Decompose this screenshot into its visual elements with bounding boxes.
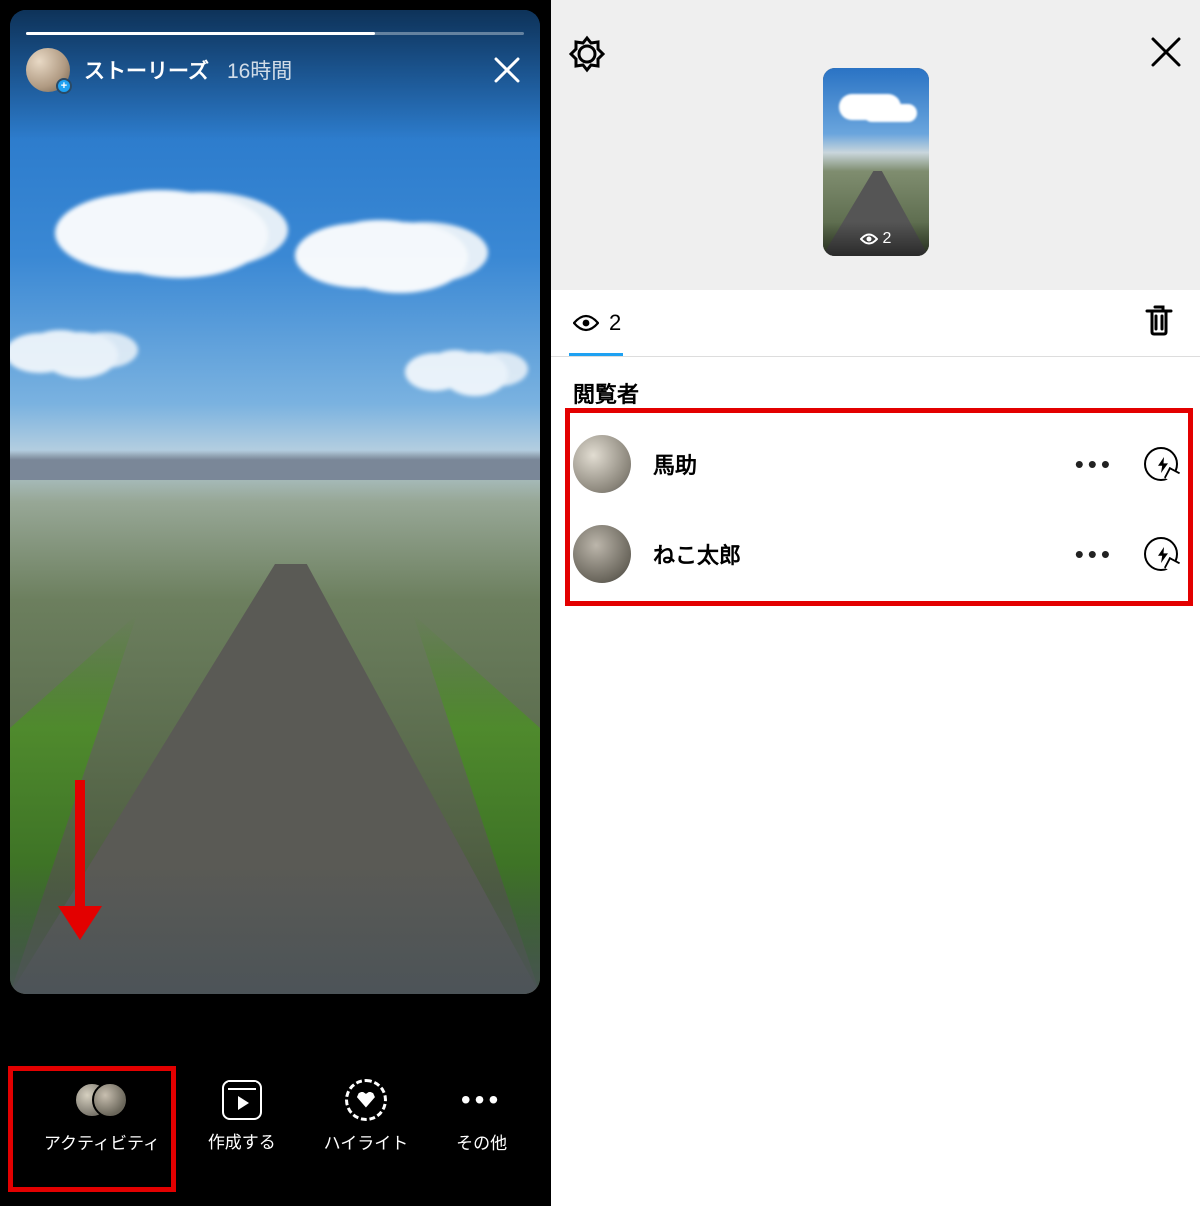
annotation-highlight-viewers [565,408,1193,606]
user-avatar[interactable]: + [26,48,70,92]
story-progress[interactable] [26,32,524,35]
story-title: ストーリーズ [84,55,209,85]
eye-icon [573,313,599,333]
highlight-button[interactable]: ハイライト [324,1079,409,1154]
more-label: その他 [456,1129,507,1154]
gear-icon [567,34,607,74]
story-thumbnail[interactable]: 2 [823,68,929,256]
view-count: 2 [609,310,621,336]
create-label: 作成する [208,1128,276,1153]
more-button[interactable]: ••• その他 [456,1079,507,1154]
annotation-highlight-activity [8,1066,176,1192]
settings-button[interactable] [567,34,607,79]
create-button[interactable]: 作成する [208,1080,276,1153]
add-story-badge-icon[interactable]: + [56,78,72,94]
views-tab[interactable]: 2 [573,310,621,336]
highlight-icon [345,1079,387,1121]
close-button[interactable] [490,53,524,87]
story-screen: + ストーリーズ 16時間 アクティビティ 作成する ハイライト ••• [0,0,551,1206]
more-icon: ••• [461,1079,502,1121]
viewers-header: 2 [551,0,1200,290]
close-icon [1148,34,1184,70]
story-timestamp: 16時間 [227,55,292,85]
close-icon [492,55,522,85]
reel-icon [222,1080,262,1120]
story-header: + ストーリーズ 16時間 [26,48,524,92]
thumbnail-view-count: 2 [823,222,929,256]
close-viewers-button[interactable] [1148,34,1184,75]
eye-icon [860,232,878,246]
trash-icon [1144,303,1174,337]
highlight-label: ハイライト [324,1129,409,1154]
delete-button[interactable] [1144,303,1174,343]
thumbnail-caret-icon [862,256,890,272]
annotation-arrow [64,780,96,960]
views-summary-row: 2 [551,290,1200,356]
